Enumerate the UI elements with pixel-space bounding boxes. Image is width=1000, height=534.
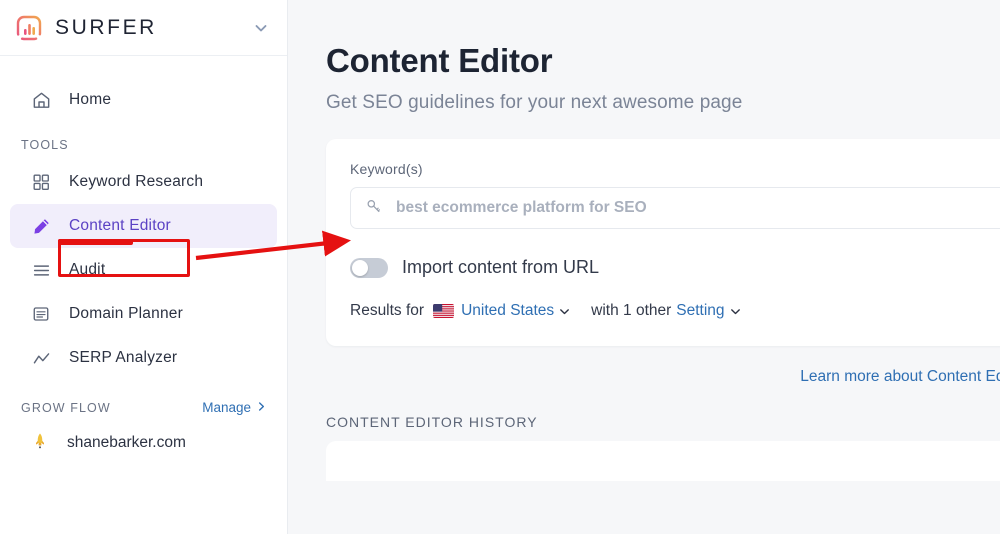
learn-more-link[interactable]: Learn more about Content Editor bbox=[800, 368, 1000, 386]
sidebar-item-serp-analyzer[interactable]: SERP Analyzer bbox=[10, 336, 277, 380]
grid-squares-icon bbox=[30, 171, 52, 193]
us-flag-icon bbox=[433, 304, 455, 318]
sidebar-item-keyword-research[interactable]: Keyword Research bbox=[10, 160, 277, 204]
keyword-card: Keyword(s) best ecommerce platform for S… bbox=[326, 139, 1000, 346]
pencil-icon bbox=[30, 215, 52, 237]
results-middle-label: with 1 other bbox=[591, 302, 672, 319]
manage-link[interactable]: Manage bbox=[202, 400, 267, 415]
keyword-input-placeholder: best ecommerce platform for SEO bbox=[396, 199, 647, 216]
setting-dropdown-label[interactable]: Setting bbox=[676, 302, 724, 320]
page-subtitle: Get SEO guidelines for your next awesome… bbox=[326, 92, 743, 113]
sidebar-section-grow-flow: GROW FLOW bbox=[21, 400, 111, 415]
chevron-down-icon-setting[interactable] bbox=[729, 305, 742, 318]
country-dropdown-label[interactable]: United States bbox=[461, 302, 554, 320]
page-title: Content Editor bbox=[326, 42, 553, 79]
manage-link-label: Manage bbox=[202, 400, 251, 415]
learn-more-label: Learn more about Content Editor bbox=[800, 368, 1000, 385]
chevron-down-icon[interactable] bbox=[253, 20, 269, 36]
keyword-field-label: Keyword(s) bbox=[350, 161, 423, 177]
chevron-right-icon bbox=[256, 400, 267, 415]
sidebar-section-tools: TOOLS bbox=[21, 138, 69, 152]
surfer-bar-chart-logo-icon bbox=[14, 13, 44, 43]
sidebar-item-label-audit: Audit bbox=[69, 261, 106, 278]
sidebar-item-label-site: shanebarker.com bbox=[67, 434, 186, 451]
import-url-toggle-row: Import content from URL bbox=[350, 257, 1000, 278]
brand-header[interactable]: SURFER bbox=[0, 0, 287, 56]
sidebar-item-domain-planner[interactable]: Domain Planner bbox=[10, 292, 277, 336]
home-icon bbox=[30, 89, 52, 111]
sidebar-item-label-home: Home bbox=[69, 91, 112, 108]
key-icon bbox=[365, 197, 383, 220]
history-list-card bbox=[326, 441, 1000, 481]
sidebar-item-home[interactable]: Home bbox=[10, 78, 277, 122]
sidebar-item-audit[interactable]: Audit bbox=[10, 248, 277, 292]
toggle-knob bbox=[352, 259, 368, 276]
history-heading: CONTENT EDITOR HISTORY bbox=[326, 414, 538, 430]
keyword-input[interactable]: best ecommerce platform for SEO bbox=[350, 187, 1000, 229]
sidebar-nav: Home TOOLS Keyword Research Content Edit… bbox=[0, 56, 287, 465]
main-content: Content Editor Get SEO guidelines for yo… bbox=[288, 0, 1000, 534]
import-url-toggle-label: Import content from URL bbox=[402, 257, 600, 277]
import-url-toggle[interactable] bbox=[350, 257, 388, 278]
chevron-down-icon-country[interactable] bbox=[558, 305, 571, 318]
sidebar-item-label-content-editor: Content Editor bbox=[69, 217, 171, 234]
sidebar-item-label-serp-analyzer: SERP Analyzer bbox=[69, 349, 178, 366]
sidebar-item-site[interactable]: shanebarker.com bbox=[10, 421, 277, 465]
document-icon bbox=[30, 303, 52, 325]
app-root: SURFER Home TOOLS Keyword Research Conte… bbox=[0, 0, 1000, 534]
sidebar-item-label-domain-planner: Domain Planner bbox=[69, 305, 183, 322]
line-chart-icon bbox=[30, 347, 52, 369]
learn-more-row: Learn more about Content Editor bbox=[326, 368, 1000, 386]
sidebar-item-label-keyword-research: Keyword Research bbox=[69, 173, 204, 190]
brand-name: SURFER bbox=[55, 15, 157, 39]
results-for-label: Results for bbox=[350, 302, 425, 319]
results-settings-row: Results for United States with 1 other S… bbox=[350, 302, 1000, 320]
rocket-icon bbox=[30, 431, 50, 456]
sidebar: SURFER Home TOOLS Keyword Research Conte… bbox=[0, 0, 288, 534]
grow-flow-header: GROW FLOW Manage bbox=[0, 400, 287, 415]
sidebar-item-content-editor[interactable]: Content Editor bbox=[10, 204, 277, 248]
list-lines-icon bbox=[30, 259, 52, 281]
